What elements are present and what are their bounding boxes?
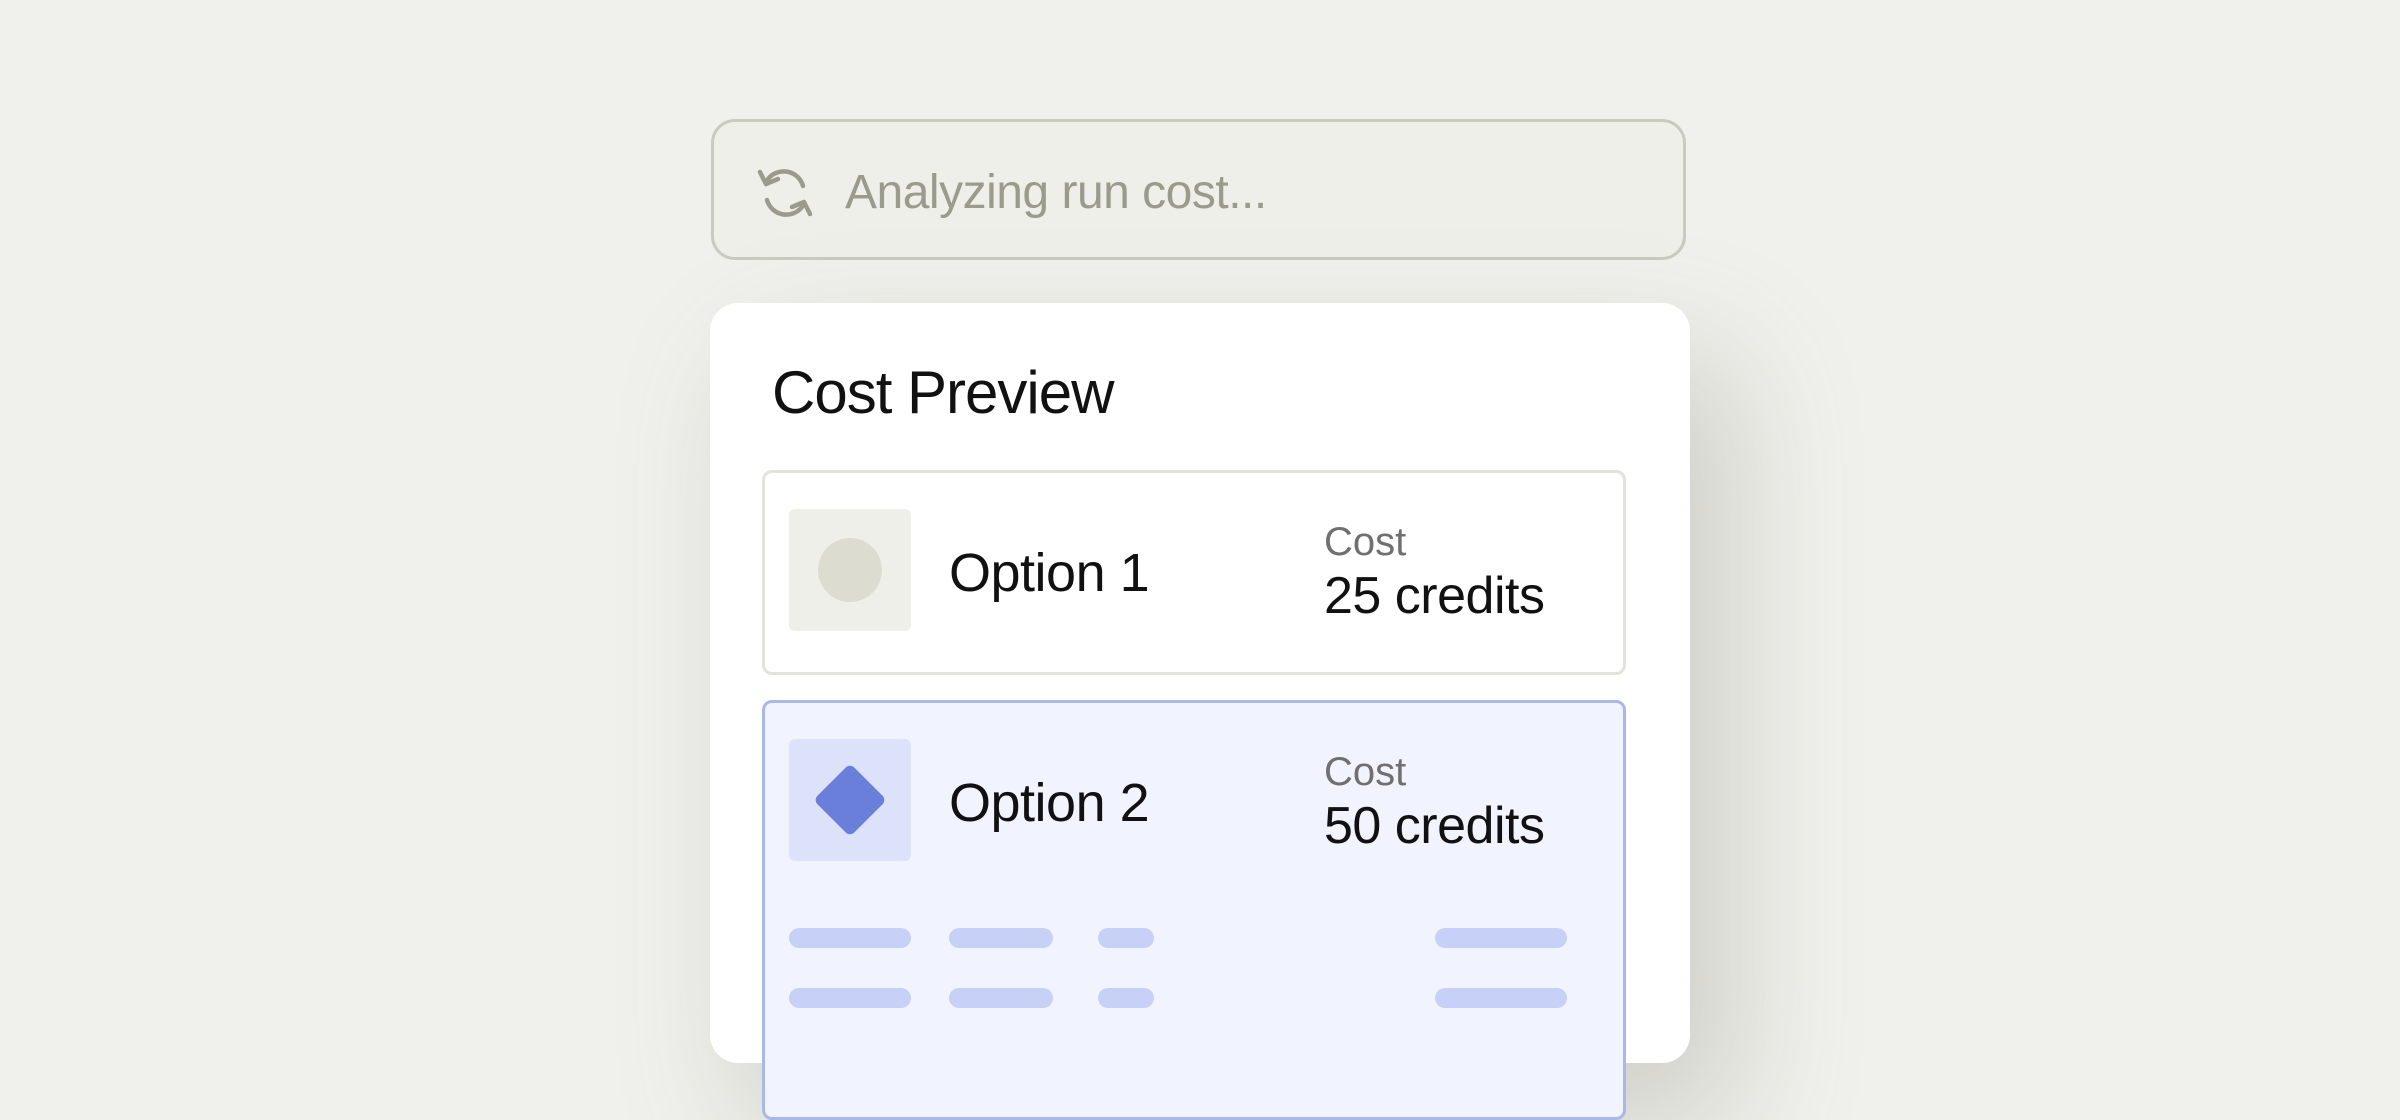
option-2-cost-label: Cost [1324,750,1407,794]
cost-preview-card: Cost Preview Option 1 Cost 25 credits Op… [710,303,1690,1120]
skeleton-line [1435,928,1567,948]
option-2-label: Option 2 [949,773,1150,833]
refresh-icon [757,169,813,217]
option-1-label: Option 1 [949,543,1150,603]
skeleton-line [1098,988,1154,1008]
diamond-icon [813,763,887,837]
skeleton-line [949,988,1053,1008]
option-1-card[interactable]: Option 1 Cost 25 credits [762,470,1626,675]
circle-icon [818,538,882,602]
skeleton-line [789,988,911,1008]
card-title: Cost Preview [772,359,1114,426]
skeleton-line [1435,988,1567,1008]
option-1-cost-value: 25 credits [1324,567,1545,625]
skeleton-line [789,928,911,948]
status-bar: Analyzing run cost... [711,119,1686,260]
option-2-card[interactable]: Option 2 Cost 50 credits [762,700,1626,1120]
option-1-thumbnail [789,509,911,631]
option-2-thumbnail [789,739,911,861]
skeleton-line [949,928,1053,948]
skeleton-line [1098,928,1154,948]
option-1-cost-label: Cost [1324,520,1407,564]
option-2-cost-value: 50 credits [1324,797,1545,855]
status-text: Analyzing run cost... [845,166,1267,219]
